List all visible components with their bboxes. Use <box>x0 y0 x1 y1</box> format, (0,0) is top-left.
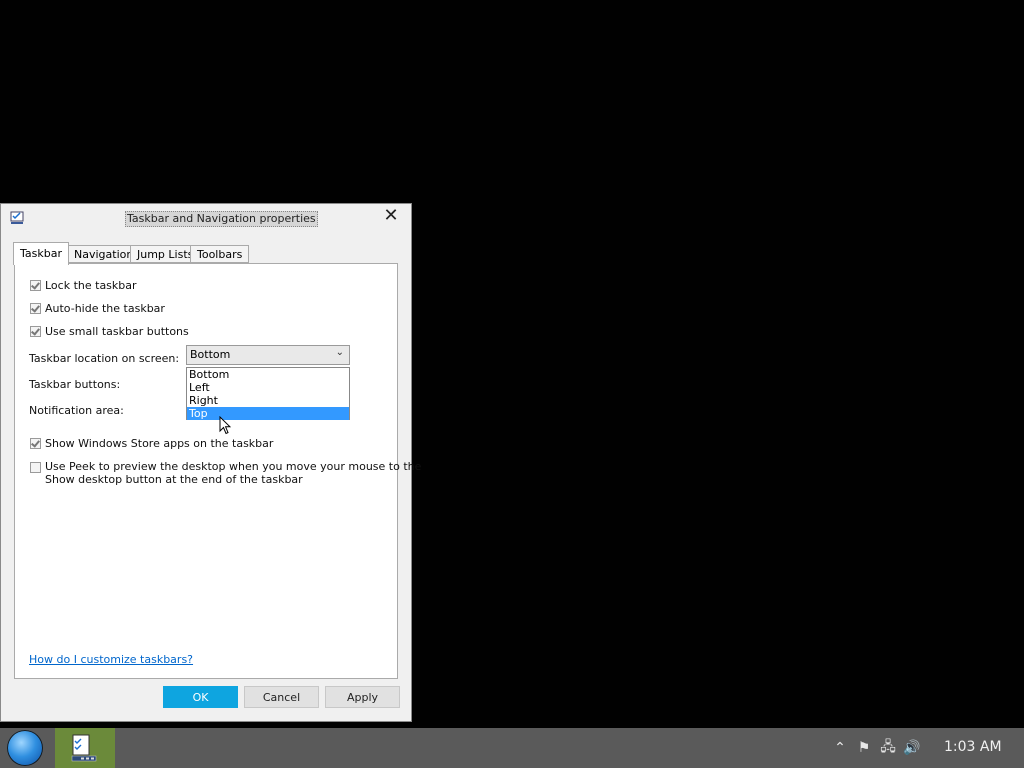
location-label: Taskbar location on screen: <box>29 352 180 365</box>
ok-button[interactable]: OK <box>163 686 238 708</box>
dropdown-option-left[interactable]: Left <box>187 381 349 394</box>
autohide-label: Auto-hide the taskbar <box>45 301 165 315</box>
store-apps-option[interactable]: Show Windows Store apps on the taskbar <box>30 435 273 451</box>
autohide-option[interactable]: Auto-hide the taskbar <box>30 300 165 316</box>
chevron-down-icon: ⌄ <box>335 347 344 358</box>
dropdown-option-bottom[interactable]: Bottom <box>187 368 349 381</box>
dialog-title: Taskbar and Navigation properties <box>125 211 318 227</box>
lock-taskbar-option[interactable]: Lock the taskbar <box>30 277 137 293</box>
small-buttons-option[interactable]: Use small taskbar buttons <box>30 323 189 339</box>
flag-icon[interactable]: ⚑ <box>852 740 876 756</box>
taskbar-location-dropdown: Bottom Left Right Top <box>186 367 350 420</box>
tab-toolbars[interactable]: Toolbars <box>190 245 250 263</box>
taskbar-properties-dialog: Taskbar and Navigation properties ✕ Task… <box>0 203 421 722</box>
taskbar-buttons-label: Taskbar buttons: <box>29 378 121 391</box>
store-apps-checkbox[interactable] <box>30 437 41 449</box>
apply-button[interactable]: Apply <box>325 686 400 708</box>
system-clock[interactable]: 1:03 AM <box>944 739 1002 755</box>
title-bar[interactable]: Taskbar and Navigation properties ✕ <box>1 204 411 232</box>
chevron-up-icon[interactable]: ⌃ <box>828 740 852 756</box>
autohide-checkbox[interactable] <box>30 302 41 314</box>
taskbar-app-taskbar-properties[interactable] <box>55 728 115 768</box>
close-button[interactable]: ✕ <box>381 206 401 226</box>
small-buttons-label: Use small taskbar buttons <box>45 324 189 338</box>
lock-taskbar-checkbox[interactable] <box>30 279 41 291</box>
notification-area-label: Notification area: <box>29 404 124 417</box>
dropdown-option-right[interactable]: Right <box>187 394 349 407</box>
mouse-cursor-icon <box>219 416 231 435</box>
taskbar-tab-panel: Lock the taskbar Auto-hide the taskbar U… <box>14 263 421 679</box>
taskbar-properties-app-icon <box>10 211 24 224</box>
peek-checkbox[interactable] <box>30 462 41 473</box>
help-link[interactable]: How do I customize taskbars? <box>29 653 193 666</box>
taskbar-location-combobox[interactable]: Bottom ⌄ <box>186 345 350 365</box>
peek-label: Use Peek to preview the desktop when you… <box>45 460 422 486</box>
dropdown-option-top[interactable]: Top <box>187 407 349 420</box>
peek-option[interactable]: Use Peek to preview the desktop when you… <box>30 460 421 490</box>
store-apps-label: Show Windows Store apps on the taskbar <box>45 436 274 450</box>
notification-tray: ⌃ ⚑ 🖧 🔊 <box>828 728 924 768</box>
speaker-icon[interactable]: 🔊 <box>900 740 924 756</box>
location-selected-value: Bottom <box>190 348 231 361</box>
start-button[interactable] <box>7 730 43 766</box>
system-taskbar: ⌃ ⚑ 🖧 🔊 1:03 AM <box>0 728 1024 768</box>
tab-taskbar[interactable]: Taskbar <box>13 242 69 265</box>
lock-taskbar-label: Lock the taskbar <box>45 278 137 292</box>
taskbar-properties-app-icon <box>71 734 97 762</box>
network-icon[interactable]: 🖧 <box>876 736 900 760</box>
close-icon: ✕ <box>383 205 399 226</box>
small-buttons-checkbox[interactable] <box>30 325 41 337</box>
cancel-button[interactable]: Cancel <box>244 686 319 708</box>
